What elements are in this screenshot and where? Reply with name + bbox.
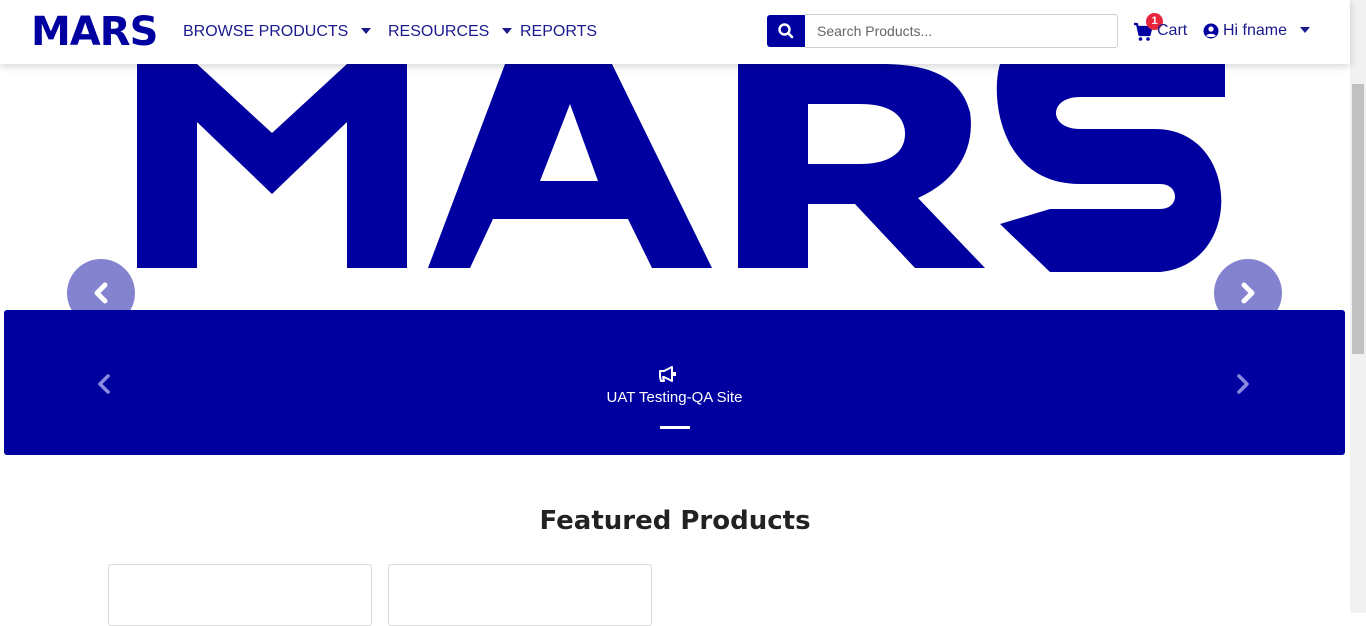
- nav-resources[interactable]: RESOURCES: [388, 22, 513, 42]
- mars-logo[interactable]: MARS: [31, 9, 158, 55]
- user-greeting: Hi fname: [1223, 22, 1288, 39]
- banner-next-button[interactable]: [1233, 372, 1253, 396]
- hero-carousel: [0, 64, 1350, 310]
- user-circle-icon: [1203, 23, 1219, 39]
- page-scrollbar[interactable]: [1350, 0, 1366, 613]
- chevron-right-icon: [1237, 374, 1249, 394]
- megaphone-icon: [659, 366, 676, 382]
- search-icon: [778, 23, 794, 39]
- product-card[interactable]: [108, 564, 372, 626]
- scrollbar-thumb[interactable]: [1352, 84, 1364, 354]
- nav-browse-products-label: BROWSE PRODUCTS: [183, 23, 349, 40]
- caret-down-icon: [1300, 27, 1311, 33]
- user-menu[interactable]: Hi fname: [1203, 22, 1311, 40]
- product-card[interactable]: [388, 564, 652, 626]
- banner-message: UAT Testing-QA Site: [606, 389, 743, 406]
- search-input[interactable]: [805, 14, 1118, 48]
- caret-down-icon: [361, 27, 372, 34]
- top-navbar: MARS BROWSE PRODUCTS RESOURCES REPORTS 1…: [0, 0, 1350, 64]
- caret-down-icon: [502, 27, 513, 34]
- nav-reports[interactable]: REPORTS: [520, 22, 597, 42]
- nav-browse-products[interactable]: BROWSE PRODUCTS: [183, 22, 372, 42]
- announcement-banner: UAT Testing-QA Site: [4, 310, 1345, 455]
- cart-label: Cart: [1157, 22, 1188, 39]
- search-button[interactable]: [767, 15, 805, 47]
- banner-slide-indicator[interactable]: [660, 426, 690, 429]
- hero-mars-logo-image: [137, 64, 1225, 272]
- featured-products-heading: Featured Products: [539, 506, 811, 536]
- nav-resources-label: RESOURCES: [388, 23, 490, 40]
- nav-reports-label: REPORTS: [520, 23, 598, 40]
